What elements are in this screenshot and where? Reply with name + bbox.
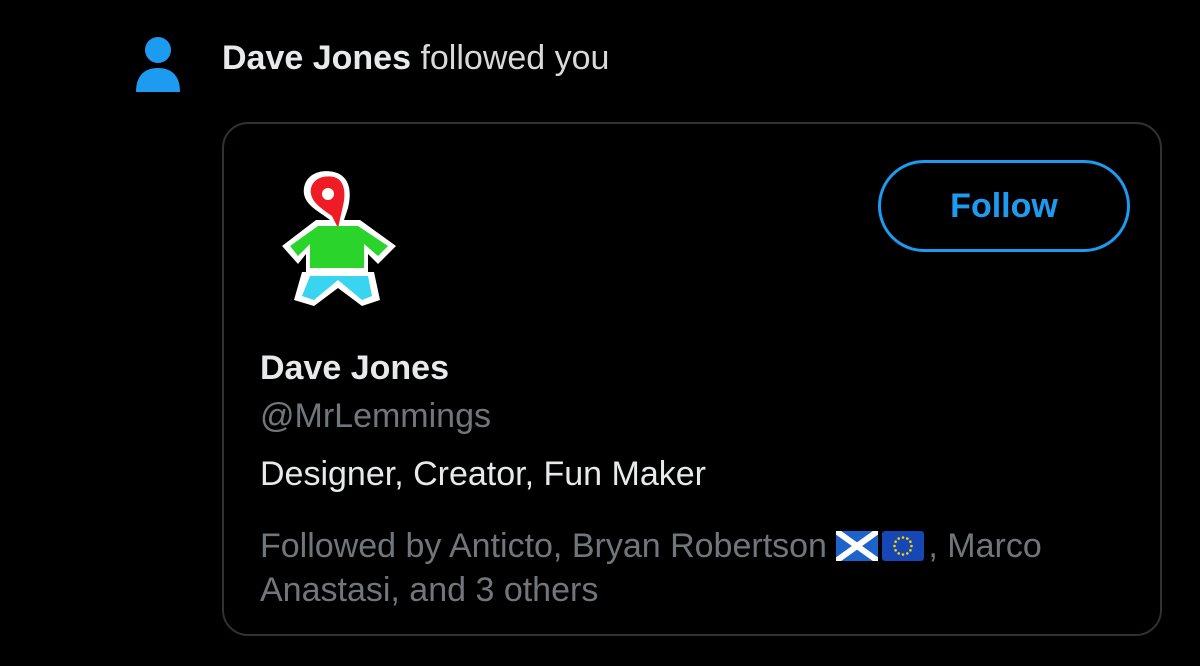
profile-card[interactable]: Follow Dave Jones @MrLemmings Designer, … xyxy=(222,122,1162,636)
notification-text: Dave Jones followed you xyxy=(222,36,609,80)
avatar[interactable] xyxy=(276,168,400,308)
profile-bio: Designer, Creator, Fun Maker xyxy=(260,455,706,493)
person-icon xyxy=(136,37,180,92)
profile-display-name[interactable]: Dave Jones xyxy=(260,348,449,388)
actor-name[interactable]: Dave Jones xyxy=(222,39,411,77)
action-text: followed you xyxy=(411,39,610,77)
profile-handle[interactable]: @MrLemmings xyxy=(260,396,491,436)
followed-by-text[interactable]: Followed by Anticto, Bryan Robertson , M… xyxy=(260,524,1120,612)
followed-by-prefix: Followed by Anticto, Bryan Robertson xyxy=(260,527,837,565)
scotland-flag-icon xyxy=(836,531,879,561)
eu-flag-icon xyxy=(882,531,925,561)
follow-button[interactable]: Follow xyxy=(878,160,1130,252)
